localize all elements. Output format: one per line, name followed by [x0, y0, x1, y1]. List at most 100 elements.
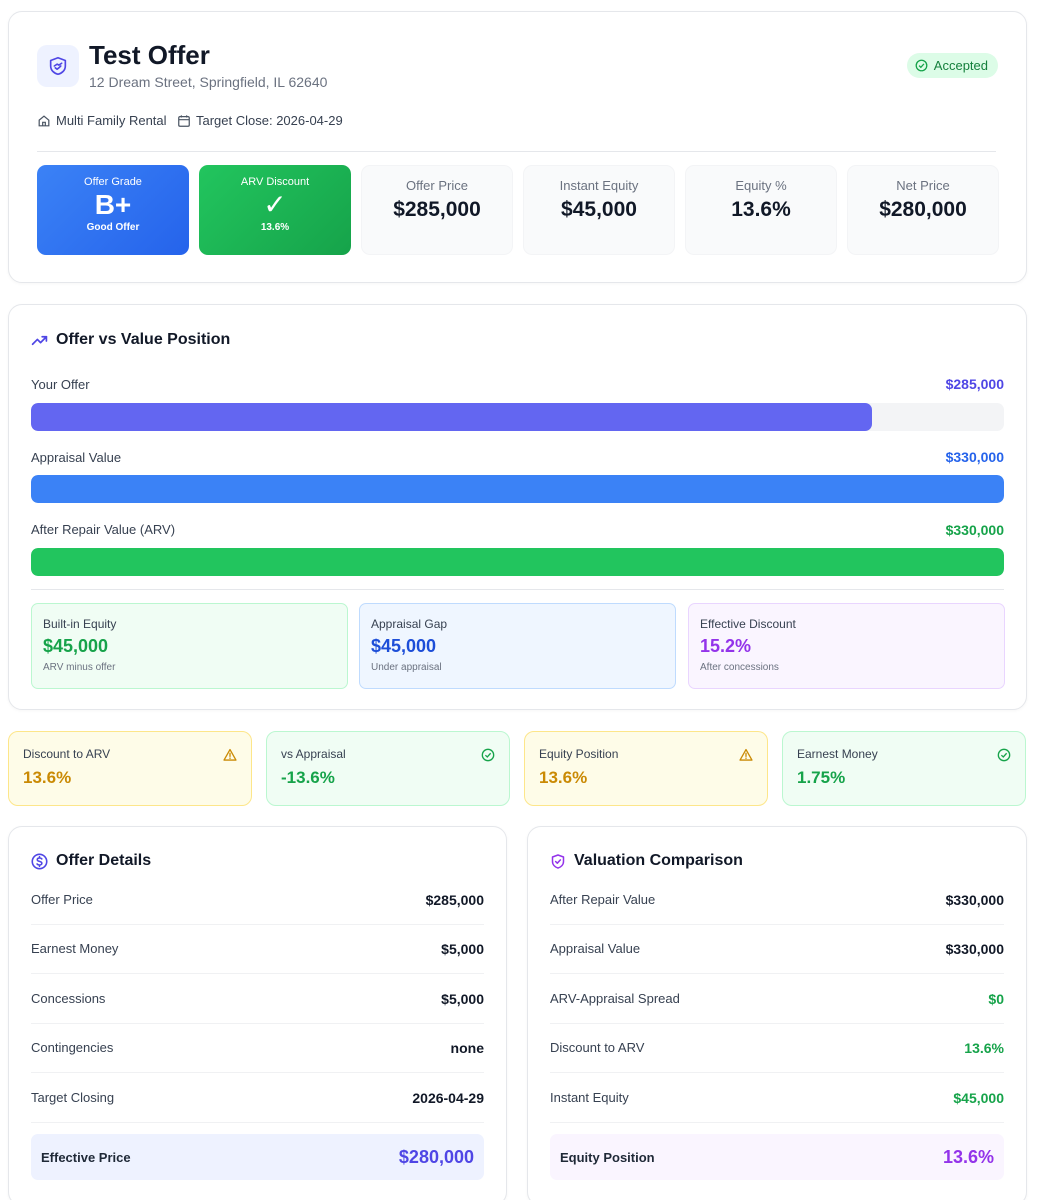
equity-position-metric: Equity Position 13.6% — [524, 731, 768, 806]
valuation-comparison-card: Valuation Comparison After Repair Value … — [527, 826, 1027, 1200]
valuation-row-label: After Repair Value — [550, 892, 656, 907]
property-type: Multi Family Rental — [37, 113, 167, 128]
equity-position-label: Equity Position — [560, 1149, 655, 1165]
detail-row: Earnest Money $5,000 — [31, 924, 484, 974]
target-close: Target Close: 2026-04-29 — [177, 113, 343, 128]
valuation-row-label: Appraisal Value — [550, 941, 641, 956]
earnest-money-metric: Earnest Money 1.75% — [782, 731, 1026, 806]
instant-equity-label: Instant Equity — [559, 178, 639, 193]
position-title-text: Offer vs Value Position — [56, 331, 231, 348]
effective-discount-value: 15.2% — [700, 636, 752, 656]
effective-discount-label: Effective Discount — [700, 617, 796, 631]
handshake-icon — [37, 45, 79, 87]
valuation-row-label: Instant Equity — [550, 1090, 629, 1105]
valuation-title-text: Valuation Comparison — [574, 852, 743, 869]
offer-details-title-text: Offer Details — [56, 852, 152, 869]
equity-pct-tile: Equity % 13.6% — [685, 165, 837, 255]
page-title: Test Offer — [89, 40, 210, 70]
offer-header-card: Test Offer 12 Dream Street, Springfield,… — [8, 11, 1027, 283]
metric-value: 13.6% — [23, 768, 72, 787]
valuation-row-value: $330,000 — [945, 940, 1004, 957]
home-icon — [38, 114, 50, 126]
detail-row-label: Earnest Money — [31, 941, 119, 956]
effective-discount-sub: After concessions — [700, 662, 779, 673]
offer-price-value: $285,000 — [393, 198, 481, 221]
bar-fill-offer — [31, 403, 872, 431]
valuation-row-value: $330,000 — [945, 891, 1004, 908]
bar-value-arv: $330,000 — [945, 522, 1004, 538]
offer-grade-label: Offer Grade — [84, 176, 142, 188]
equity-pct-value: 13.6% — [731, 198, 791, 221]
divider — [31, 589, 1004, 590]
valuation-row-value: $45,000 — [953, 1089, 1004, 1106]
check-icon: ✓ — [263, 189, 287, 220]
offer-grade-tile: Offer Grade B+ Good Offer — [37, 165, 189, 255]
bar-value-appraisal: $330,000 — [945, 449, 1004, 465]
check-circle-icon — [997, 748, 1011, 762]
check-circle-icon — [481, 748, 495, 762]
bar-label-arv: After Repair Value (ARV) — [31, 522, 176, 537]
divider — [37, 151, 996, 152]
valuation-row-label: ARV-Appraisal Spread — [550, 991, 680, 1006]
arv-discount-label: ARV Discount — [240, 176, 310, 188]
bar-track-offer — [31, 403, 1004, 431]
bar-fill-appraisal — [31, 475, 1004, 503]
appraisal-gap-value: $45,000 — [371, 636, 437, 656]
metric-label: Equity Position — [539, 747, 619, 761]
bar-track-appraisal — [31, 475, 1004, 503]
effective-price-label: Effective Price — [41, 1149, 131, 1165]
offer-grade-sub: Good Offer — [86, 222, 140, 233]
valuation-title: Valuation Comparison — [550, 852, 743, 870]
detail-row-label: Contingencies — [31, 1040, 114, 1055]
appraisal-gap-sub: Under appraisal — [371, 662, 442, 673]
metric-value: -13.6% — [281, 768, 335, 787]
net-price-value: $280,000 — [879, 198, 967, 221]
detail-row: Target Closing 2026-04-29 — [31, 1073, 484, 1123]
position-title: Offer vs Value Position — [31, 331, 230, 349]
metric-label: Discount to ARV — [23, 747, 111, 761]
detail-row: Offer Price $285,000 — [31, 875, 484, 925]
discount-to-arv-metric: Discount to ARV 13.6% — [8, 731, 252, 806]
bar-label-offer: Your Offer — [31, 377, 90, 392]
offer-details-card: Offer Details Offer Price $285,000 Earne… — [8, 826, 507, 1200]
equity-pct-label: Equity % — [735, 178, 787, 193]
check-circle-icon — [915, 59, 928, 72]
bar-value-offer: $285,000 — [945, 376, 1004, 392]
warning-icon — [223, 748, 237, 761]
arv-discount-tile: ARV Discount ✓ 13.6% — [199, 165, 351, 255]
detail-row-label: Offer Price — [31, 892, 93, 907]
target-close-label: Target Close: 2026-04-29 — [196, 113, 343, 128]
detail-row: Concessions $5,000 — [31, 974, 484, 1024]
appraisal-gap-box: Appraisal Gap $45,000 Under appraisal — [359, 603, 676, 689]
property-address: 12 Dream Street, Springfield, IL 62640 — [89, 74, 328, 90]
equity-position-value: 13.6% — [942, 1146, 994, 1167]
warning-icon — [739, 748, 753, 761]
property-type-label: Multi Family Rental — [56, 113, 167, 128]
detail-row-value: none — [450, 1039, 484, 1056]
dollar-circle-icon — [31, 852, 48, 870]
valuation-row-label: Discount to ARV — [550, 1040, 645, 1055]
metric-value: 1.75% — [797, 768, 846, 787]
bar-label-appraisal: Appraisal Value — [31, 450, 122, 465]
detail-row-value: $5,000 — [441, 940, 484, 957]
bar-fill-arv — [31, 548, 1004, 576]
calendar-icon — [178, 114, 190, 127]
effective-price-total: Effective Price $280,000 — [31, 1134, 484, 1180]
valuation-row: Instant Equity $45,000 — [550, 1073, 1004, 1123]
valuation-row: After Repair Value $330,000 — [550, 875, 1004, 925]
offer-details-title: Offer Details — [31, 852, 151, 870]
detail-row-value: 2026-04-29 — [412, 1089, 484, 1106]
detail-row-label: Target Closing — [31, 1090, 115, 1105]
status-badge: Accepted — [906, 53, 998, 78]
built-in-equity-value: $45,000 — [43, 636, 109, 656]
built-in-equity-label: Built-in Equity — [43, 617, 117, 631]
arv-discount-value: 13.6% — [260, 222, 290, 233]
detail-row-value: $285,000 — [425, 891, 484, 908]
offer-position-card: Offer vs Value Position Your Offer $285,… — [8, 304, 1027, 710]
detail-row-label: Concessions — [31, 991, 106, 1006]
built-in-equity-box: Built-in Equity $45,000 ARV minus offer — [31, 603, 348, 689]
status-label: Accepted — [933, 58, 988, 73]
instant-equity-value: $45,000 — [561, 198, 637, 221]
bar-track-arv — [31, 548, 1004, 576]
metric-value: 13.6% — [539, 768, 588, 787]
